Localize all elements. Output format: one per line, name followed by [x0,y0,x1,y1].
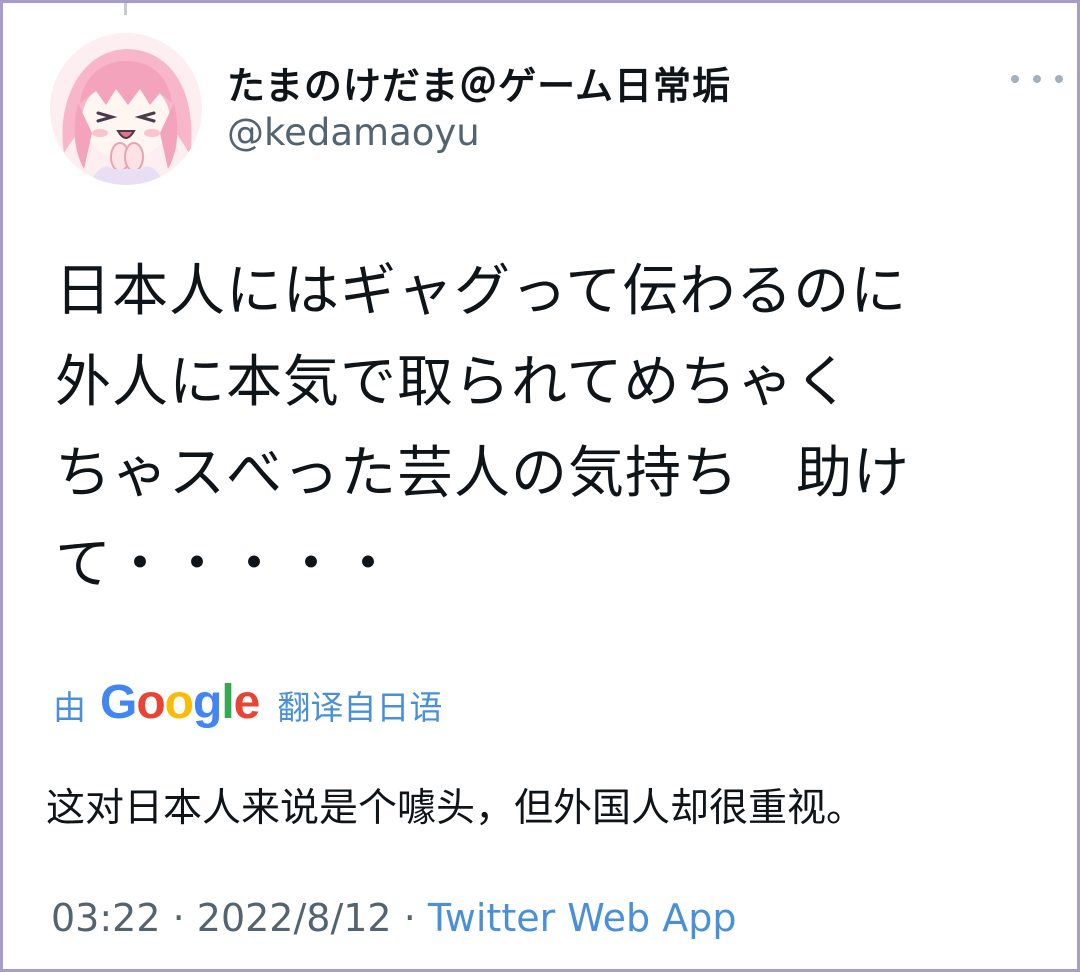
translated-text: 这对日本人来说是个噱头，但外国人却很重视。 [46,786,866,831]
google-logo-letter: e [233,675,261,729]
meta-separator: · [160,896,197,940]
tweet-time[interactable]: 03:22 [51,896,161,940]
user-handle[interactable]: @kedamaoyu [227,111,480,154]
avatar-image [50,33,202,185]
google-logo-letter: G [100,675,137,729]
google-logo-letter: l [221,675,234,729]
more-dot [1011,75,1019,83]
translation-attribution: 由 Google 翻译自日语 [53,675,442,735]
more-dot [1055,75,1063,83]
meta-separator: · [391,896,428,940]
google-logo-letter: o [136,675,165,729]
google-logo: Google [100,675,261,730]
tweet-source-link[interactable]: Twitter Web App [428,896,737,940]
google-logo-letter: o [164,675,194,729]
avatar[interactable] [50,33,202,185]
more-dot [1033,75,1041,83]
top-divider-tick [124,3,127,15]
tweet-text: 日本人にはギャグって伝わるのに 外人に本気で取られてめちゃく ちゃスべった芸人の… [55,259,910,597]
more-options-icon[interactable] [1011,63,1063,95]
translation-prefix: 由 [53,688,86,727]
google-logo-letter: g [193,675,222,729]
tweet-card: たまのけだま＠ゲーム日常垢 @kedamaoyu 日本人にはギャグって伝わるのに… [0,0,1080,972]
tweet-date[interactable]: 2022/8/12 [197,896,392,940]
tweet-meta: 03:22 · 2022/8/12 · Twitter Web App [51,896,736,940]
translated-from-link[interactable]: 翻译自日语 [277,681,442,729]
display-name[interactable]: たまのけだま＠ゲーム日常垢 [227,55,731,110]
